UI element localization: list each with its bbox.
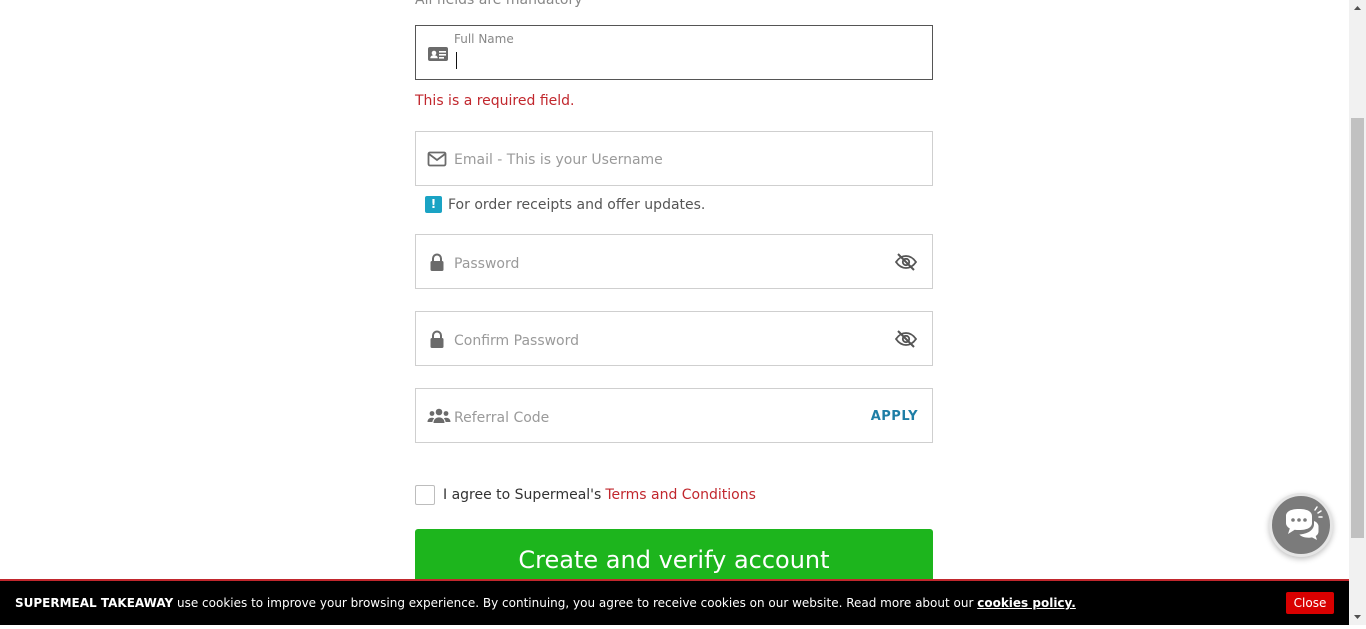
full-name-label: Full Name: [454, 32, 514, 46]
full-name-error: This is a required field.: [415, 93, 575, 109]
email-placeholder: Email - This is your Username: [454, 152, 663, 168]
eye-slash-icon[interactable]: [894, 329, 918, 349]
cookie-brand: SUPERMEAL TAKEAWAY: [15, 596, 174, 610]
mandatory-note: All fields are mandatory: [415, 0, 583, 8]
email-field[interactable]: Email - This is your Username: [415, 131, 933, 186]
terms-link[interactable]: Terms and Conditions: [605, 487, 756, 503]
eye-slash-icon[interactable]: [894, 252, 918, 272]
scrollbar-thumb[interactable]: [1351, 118, 1364, 538]
full-name-field[interactable]: Full Name: [415, 25, 933, 80]
vertical-scrollbar[interactable]: [1349, 0, 1366, 625]
text-cursor: [456, 52, 457, 69]
terms-text: I agree to Supermeal's: [443, 487, 602, 503]
cookie-banner: SUPERMEAL TAKEAWAY use cookies to improv…: [0, 579, 1349, 625]
scroll-up-arrow-icon[interactable]: [1349, 0, 1366, 17]
lock-icon: [427, 329, 449, 349]
referral-placeholder: Referral Code: [454, 410, 550, 426]
cookie-message: SUPERMEAL TAKEAWAY use cookies to improv…: [15, 596, 1076, 610]
chat-button[interactable]: [1269, 493, 1333, 557]
info-icon: !: [425, 196, 442, 213]
email-hint: ! For order receipts and offer updates.: [425, 196, 705, 213]
signup-page: All fields are mandatory Full Name This …: [0, 0, 1349, 625]
apply-button[interactable]: APPLY: [871, 409, 918, 424]
referral-code-field[interactable]: Referral Code APPLY: [415, 388, 933, 443]
envelope-icon: [427, 150, 449, 170]
chat-bubbles-icon: [1280, 505, 1324, 551]
password-field[interactable]: Password: [415, 234, 933, 289]
lock-icon: [427, 252, 449, 272]
password-placeholder: Password: [454, 256, 520, 272]
cookie-text: use cookies to improve your browsing exp…: [173, 596, 978, 610]
users-icon: [427, 407, 451, 427]
confirm-password-field[interactable]: Confirm Password: [415, 311, 933, 366]
terms-checkbox[interactable]: [415, 485, 435, 505]
cookie-close-button[interactable]: Close: [1286, 592, 1334, 614]
cookies-policy-link[interactable]: cookies policy.: [977, 596, 1076, 610]
email-hint-text: For order receipts and offer updates.: [448, 196, 706, 213]
terms-row: I agree to Supermeal's Terms and Conditi…: [415, 485, 756, 505]
scroll-down-arrow-icon[interactable]: [1349, 608, 1366, 625]
confirm-password-placeholder: Confirm Password: [454, 333, 580, 349]
id-card-icon: [427, 45, 449, 65]
